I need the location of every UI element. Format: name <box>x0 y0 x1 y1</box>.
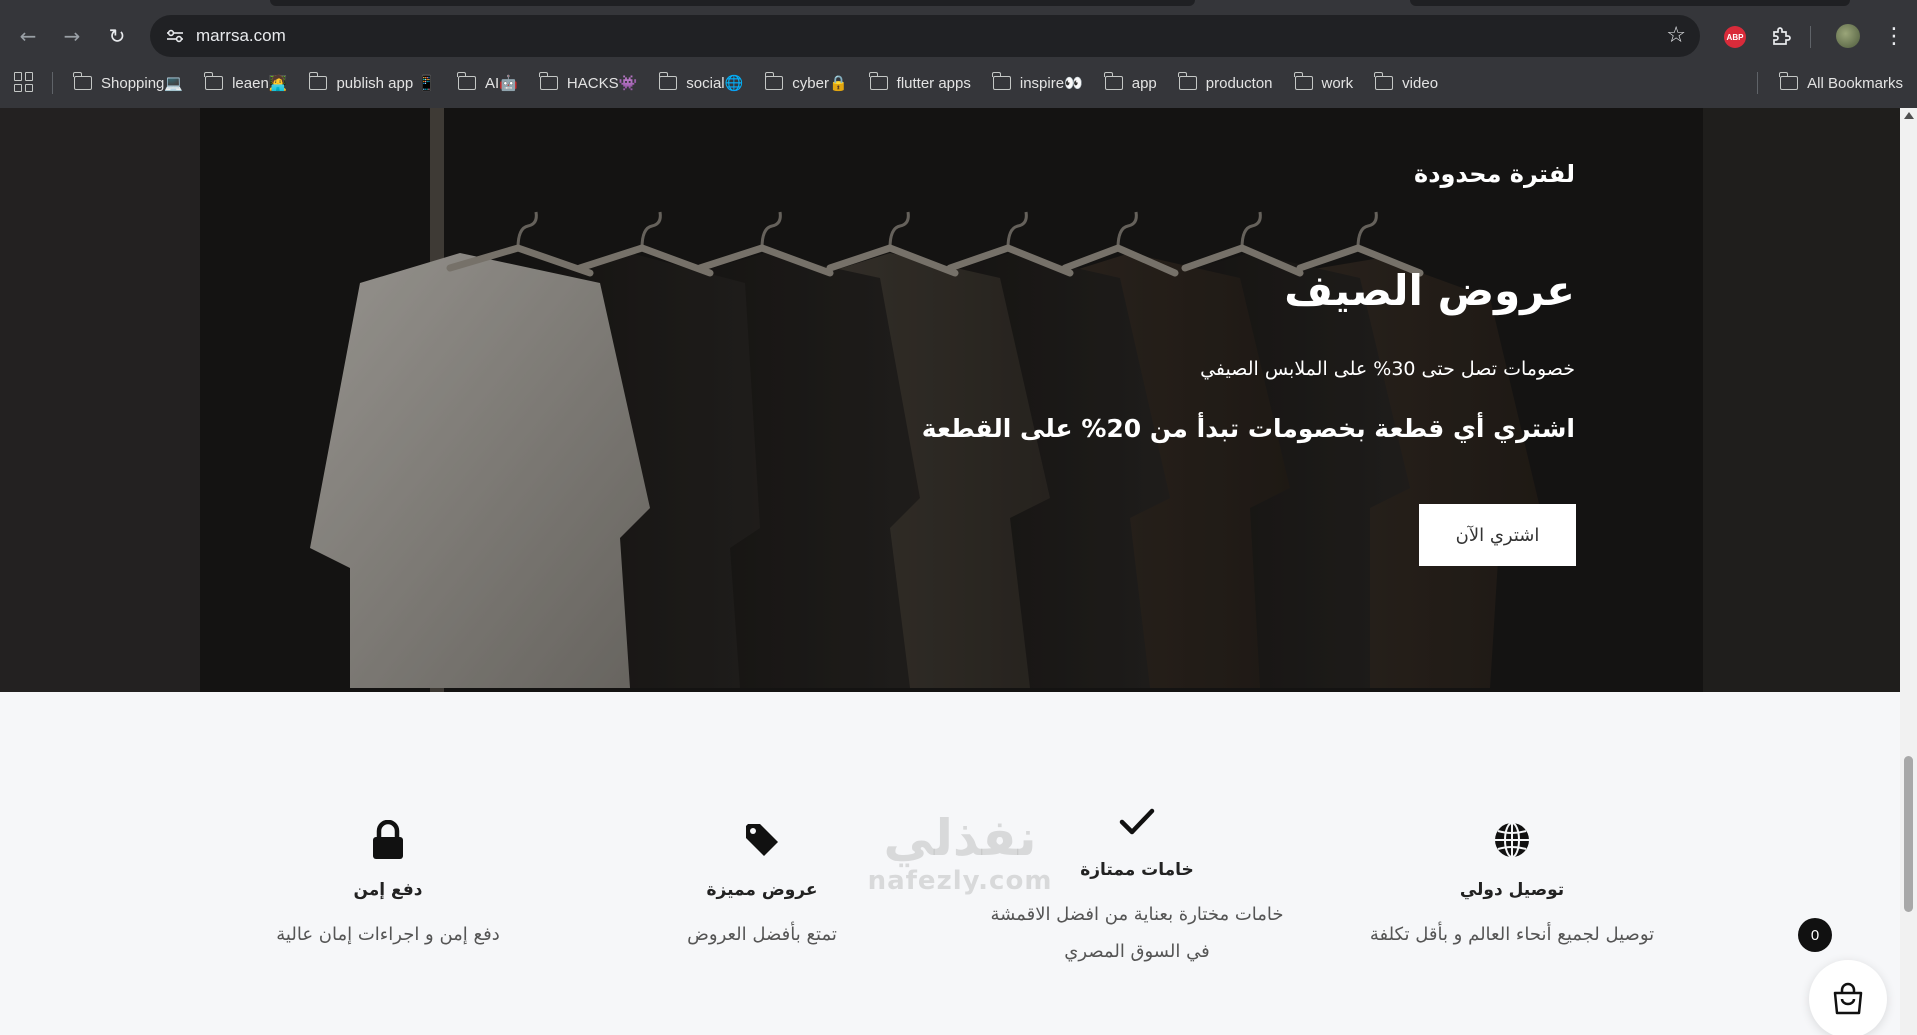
cart-count-badge: 0 <box>1798 918 1832 952</box>
bookmarks-divider <box>52 72 53 94</box>
feature-description: خامات مختارة بعناية من افضل الاقمشة في ا… <box>947 896 1327 970</box>
bookmark-folder[interactable]: publish app 📱 <box>308 68 446 98</box>
bookmark-label: leaen🧑‍💻 <box>232 75 288 92</box>
url-text[interactable]: marrsa.com <box>196 26 286 46</box>
folder-icon <box>1779 72 1799 90</box>
folder-icon <box>1104 72 1123 90</box>
bookmark-folder[interactable]: HACKS👾 <box>539 68 647 98</box>
profile-avatar[interactable] <box>1836 24 1860 48</box>
bookmark-folder[interactable]: video <box>1374 68 1448 98</box>
bookmarks-bar: Shopping💻 leaen🧑‍💻 publish app 📱 AI🤖 HACKS👾 s… <box>0 66 1917 100</box>
feature-description: دفع إمن و اجراءات إمان عالية <box>276 924 500 945</box>
folder-icon <box>1293 72 1313 90</box>
tab-edge <box>270 0 1195 6</box>
hero-lead: اشتري أي قطعة بخصومات تبدأ من 20% على ال… <box>921 414 1575 443</box>
shopping-bag-icon <box>1833 982 1863 1015</box>
hero-subtitle: خصومات تصل حتى 30% على الملابس الصيفي <box>1200 358 1575 380</box>
features-section: دفع إمن دفع إمن و اجراءات إمان عالية عرو… <box>0 692 1900 1035</box>
tag-icon <box>742 820 782 860</box>
check-icon <box>1117 802 1157 842</box>
folder-icon <box>992 72 1011 90</box>
cart-button[interactable] <box>1809 960 1887 1035</box>
scroll-thumb[interactable] <box>1904 756 1913 912</box>
folder-icon <box>868 72 888 90</box>
feature-description-line: في السوق المصري <box>1064 941 1210 962</box>
bookmark-label: publish app 📱 <box>336 75 437 92</box>
page-scrollbar[interactable] <box>1900 108 1917 1035</box>
hero-banner: لفترة محدودة عروض الصيف خصومات تصل حتى 3… <box>0 108 1900 692</box>
tshirts-illustration <box>200 108 1703 692</box>
apps-grid-icon[interactable] <box>14 72 34 92</box>
folder-icon <box>539 72 558 90</box>
buy-now-button[interactable]: اشتري الآن <box>1419 504 1576 566</box>
hero-side-panel <box>1703 108 1900 692</box>
bookmark-folder[interactable]: inspire👀 <box>992 68 1093 98</box>
address-bar[interactable]: marrsa.com ☆ <box>150 15 1700 57</box>
adblock-extension-icon[interactable]: ABP <box>1724 26 1746 48</box>
bookmark-label: work <box>1321 74 1354 92</box>
feature-description: توصيل لجميع أنحاء العالم و بأقل تكلفة <box>1369 924 1655 945</box>
forward-arrow-icon[interactable]: → <box>56 20 88 52</box>
bookmark-folder[interactable]: app <box>1104 68 1167 98</box>
bookmark-label: Shopping💻 <box>101 75 184 92</box>
bookmark-folder[interactable]: cyber🔒 <box>764 68 857 98</box>
site-settings-icon[interactable] <box>164 25 186 47</box>
feature-international-shipping: توصيل دولي توصيل لجميع أنحاء العالم و بأ… <box>1322 692 1702 1035</box>
bookmark-folder[interactable]: Shopping💻 <box>73 68 193 98</box>
back-arrow-icon[interactable]: ← <box>12 20 44 52</box>
browser-toolbar: ← → ↻ marrsa.com ☆ ABP ⋮ <box>0 8 1917 64</box>
folder-icon <box>764 72 784 90</box>
tab-edge <box>1410 0 1850 6</box>
hero-side-panel <box>0 108 200 692</box>
globe-icon <box>1492 820 1532 860</box>
bookmark-folder[interactable]: social🌐 <box>658 68 753 98</box>
bookmark-label: social🌐 <box>686 75 744 92</box>
bookmark-folder[interactable]: producton <box>1178 68 1283 98</box>
hero-eyebrow: لفترة محدودة <box>1414 160 1575 188</box>
toolbar-divider <box>1810 26 1811 48</box>
hero-title: عروض الصيف <box>1284 266 1575 315</box>
browser-chrome: ← → ↻ marrsa.com ☆ ABP ⋮ Shopping💻 leaen🧑… <box>0 0 1917 108</box>
bookmark-label: inspire👀 <box>1019 75 1083 92</box>
bookmark-folder[interactable]: work <box>1293 68 1364 98</box>
bookmarks-divider <box>1757 72 1758 94</box>
lock-icon <box>368 820 408 860</box>
folder-icon <box>204 72 224 90</box>
bookmark-label: video <box>1402 74 1439 92</box>
folder-icon <box>658 72 678 90</box>
folder-icon <box>1178 72 1197 90</box>
bookmark-label: producton <box>1205 74 1273 92</box>
bookmark-folder[interactable]: flutter apps <box>868 68 981 98</box>
hero-image-clothes-rack <box>200 108 1703 692</box>
bookmark-folder[interactable]: leaen🧑‍💻 <box>204 68 297 98</box>
folder-icon <box>1374 72 1394 90</box>
bookmark-list: Shopping💻 leaen🧑‍💻 publish app 📱 AI🤖 HACKS👾 s… <box>73 66 1460 100</box>
folder-icon <box>308 72 328 90</box>
bookmark-label: AI🤖 <box>485 75 518 92</box>
feature-premium-materials: خامات ممتازة خامات مختارة بعناية من افضل… <box>947 692 1327 1035</box>
bookmark-label: flutter apps <box>896 74 971 92</box>
feature-description-line: خامات مختارة بعناية من افضل الاقمشة <box>990 904 1284 925</box>
bookmark-label: HACKS👾 <box>566 75 638 92</box>
feature-description: تمتع بأفضل العروض <box>687 924 837 945</box>
browser-menu-icon[interactable]: ⋮ <box>1880 22 1908 50</box>
extensions-puzzle-icon[interactable] <box>1767 22 1795 50</box>
bookmark-label: app <box>1131 74 1157 92</box>
feature-title: توصيل دولي <box>1459 880 1565 900</box>
all-bookmarks-button[interactable]: All Bookmarks <box>1779 68 1903 98</box>
feature-secure-payment: دفع إمن دفع إمن و اجراءات إمان عالية <box>198 692 578 1035</box>
folder-icon <box>73 72 92 90</box>
all-bookmarks-label: All Bookmarks <box>1807 74 1903 92</box>
scroll-up-arrow-icon[interactable] <box>1904 112 1914 119</box>
reload-icon[interactable]: ↻ <box>101 20 133 52</box>
bookmark-folder[interactable]: AI🤖 <box>457 68 528 98</box>
feature-title: عروض مميزة <box>706 880 818 900</box>
bookmark-label: cyber🔒 <box>792 75 848 92</box>
folder-icon <box>457 72 477 90</box>
page-viewport: لفترة محدودة عروض الصيف خصومات تصل حتى 3… <box>0 108 1900 1035</box>
feature-title: دفع إمن <box>353 880 423 900</box>
feature-special-offers: عروض مميزة تمتع بأفضل العروض <box>572 692 952 1035</box>
bookmark-star-icon[interactable]: ☆ <box>1666 23 1686 48</box>
feature-title: خامات ممتازة <box>1080 860 1194 880</box>
